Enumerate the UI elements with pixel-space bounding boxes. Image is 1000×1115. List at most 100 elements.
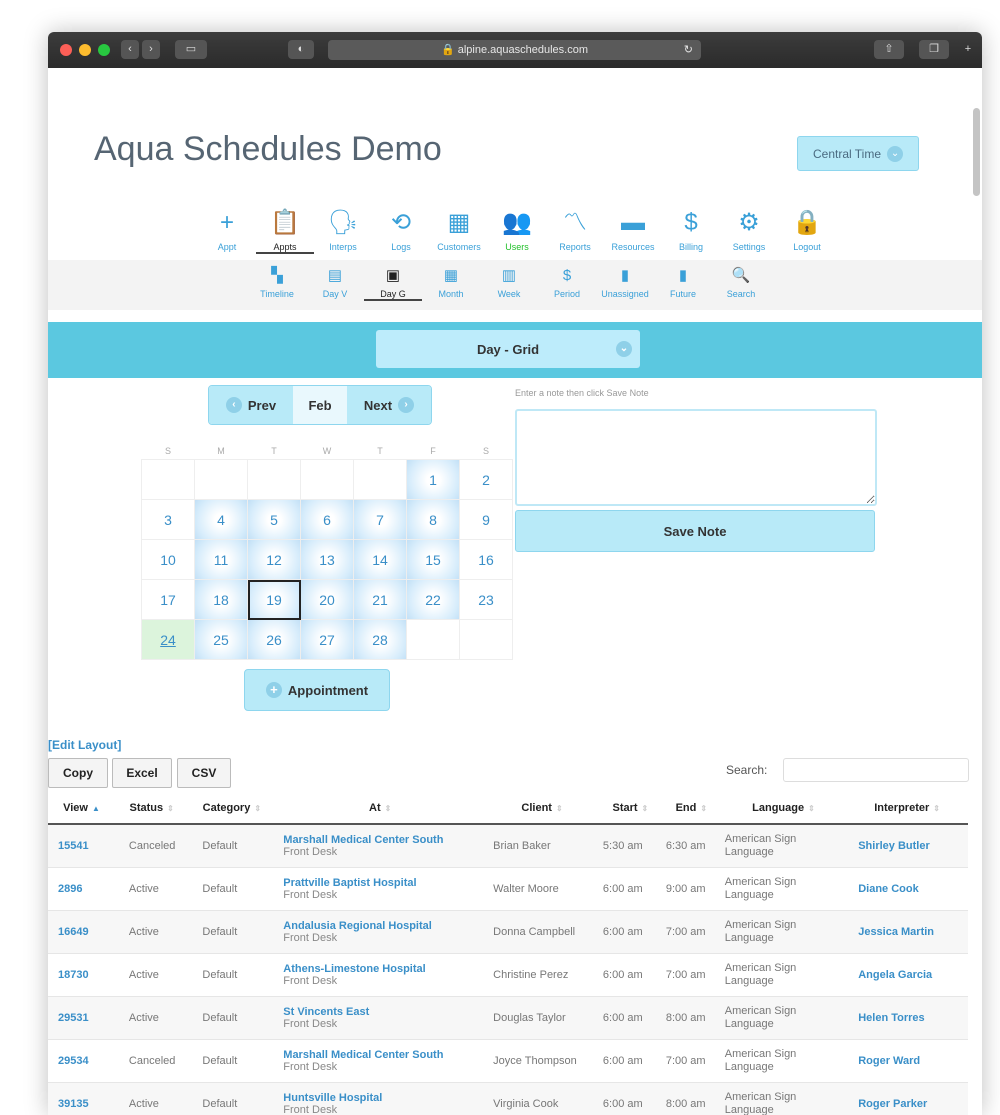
calendar-day[interactable]: 28 bbox=[353, 619, 407, 660]
reload-icon[interactable]: ↻ bbox=[684, 40, 693, 60]
interpreter-link[interactable]: Roger Parker bbox=[858, 1098, 927, 1110]
subnav-item-month[interactable]: ▦ Month bbox=[422, 266, 480, 301]
calendar-day[interactable]: 5 bbox=[247, 499, 301, 540]
table-search-input[interactable] bbox=[783, 758, 969, 782]
view-link[interactable]: 2896 bbox=[58, 883, 82, 895]
calendar-day[interactable]: 25 bbox=[194, 619, 248, 660]
subnav-item-day-v[interactable]: ▤ Day V bbox=[306, 266, 364, 301]
view-link[interactable]: 29534 bbox=[58, 1055, 89, 1067]
calendar-day[interactable]: 6 bbox=[300, 499, 354, 540]
view-link[interactable]: 15541 bbox=[58, 840, 89, 852]
view-link[interactable]: 29531 bbox=[58, 1012, 89, 1024]
location-link[interactable]: Huntsville Hospital bbox=[283, 1092, 382, 1104]
url-bar[interactable]: 🔒 alpine.aquaschedules.com ↻ bbox=[328, 40, 701, 60]
table-row[interactable]: 15541 Canceled Default Marshall Medical Cen… bbox=[48, 824, 968, 868]
calendar-day[interactable]: 14 bbox=[353, 539, 407, 580]
column-header-at[interactable]: At ⇕ bbox=[275, 793, 486, 825]
calendar-day[interactable]: 10 bbox=[141, 539, 195, 580]
subnav-item-search[interactable]: 🔍 Search bbox=[712, 266, 770, 301]
nav-item-customers[interactable]: ▦ Customers bbox=[430, 208, 488, 254]
minimize-window-button[interactable] bbox=[79, 44, 91, 56]
close-window-button[interactable] bbox=[60, 44, 72, 56]
calendar-day[interactable]: 17 bbox=[141, 579, 195, 620]
forward-icon[interactable]: › bbox=[142, 40, 160, 59]
subnav-item-unassigned[interactable]: ▮ Unassigned bbox=[596, 266, 654, 301]
page-scrollbar[interactable] bbox=[973, 108, 980, 196]
edit-layout-link[interactable]: [Edit Layout] bbox=[48, 738, 121, 752]
column-header-start[interactable]: Start ⇕ bbox=[598, 793, 662, 825]
add-appointment-button[interactable]: + Appointment bbox=[244, 669, 390, 711]
column-header-language[interactable]: Language ⇕ bbox=[720, 793, 847, 825]
subnav-item-day-g[interactable]: ▣ Day G bbox=[364, 266, 422, 301]
prev-month-button[interactable]: ‹ Prev bbox=[209, 386, 293, 424]
calendar-day[interactable]: 9 bbox=[459, 499, 513, 540]
subnav-item-future[interactable]: ▮ Future bbox=[654, 266, 712, 301]
location-link[interactable]: Marshall Medical Center South bbox=[283, 1049, 443, 1061]
back-icon[interactable]: ‹ bbox=[121, 40, 139, 59]
calendar-day[interactable]: 20 bbox=[300, 579, 354, 620]
nav-item-appt[interactable]: + Appt bbox=[198, 208, 256, 254]
calendar-day[interactable]: 16 bbox=[459, 539, 513, 580]
calendar-day[interactable]: 21 bbox=[353, 579, 407, 620]
calendar-day[interactable]: 4 bbox=[194, 499, 248, 540]
calendar-day[interactable]: 23 bbox=[459, 579, 513, 620]
nav-item-reports[interactable]: 〽 Reports bbox=[546, 208, 604, 254]
column-header-end[interactable]: End ⇕ bbox=[661, 793, 721, 825]
excel-button[interactable]: Excel bbox=[112, 758, 172, 788]
table-row[interactable]: 2896 Active Default Prattville Baptist Hosp… bbox=[48, 867, 968, 911]
save-note-button[interactable]: Save Note bbox=[515, 510, 875, 552]
table-row[interactable]: 29534 Canceled Default Marshall Medical Cen… bbox=[48, 1039, 968, 1083]
nav-item-appts[interactable]: 📋 Appts bbox=[256, 208, 314, 254]
view-link[interactable]: 39135 bbox=[58, 1098, 89, 1110]
table-row[interactable]: 18730 Active Default Athens-Limestone Hospi… bbox=[48, 953, 968, 997]
table-row[interactable]: 39135 Active Default Huntsville Hospital Fro… bbox=[48, 1082, 968, 1115]
interpreter-link[interactable]: Jessica Martin bbox=[858, 926, 934, 938]
nav-item-logout[interactable]: 🔒 Logout bbox=[778, 208, 836, 254]
calendar-day[interactable]: 3 bbox=[141, 499, 195, 540]
nav-item-billing[interactable]: $ Billing bbox=[662, 208, 720, 254]
view-link[interactable]: 16649 bbox=[58, 926, 89, 938]
column-header-view[interactable]: View ▲ bbox=[48, 793, 115, 825]
calendar-day[interactable]: 26 bbox=[247, 619, 301, 660]
calendar-day[interactable]: 24 bbox=[141, 619, 195, 660]
location-link[interactable]: St Vincents East bbox=[283, 1006, 369, 1018]
subnav-item-week[interactable]: ▥ Week bbox=[480, 266, 538, 301]
location-link[interactable]: Athens-Limestone Hospital bbox=[283, 963, 425, 975]
calendar-day[interactable]: 22 bbox=[406, 579, 460, 620]
interpreter-link[interactable]: Angela Garcia bbox=[858, 969, 932, 981]
calendar-day[interactable]: 18 bbox=[194, 579, 248, 620]
calendar-day[interactable]: 8 bbox=[406, 499, 460, 540]
view-select[interactable]: Day - Grid ⌄ bbox=[376, 330, 640, 368]
sidebar-icon[interactable]: ▭ bbox=[175, 40, 207, 59]
calendar-day[interactable]: 19 bbox=[247, 579, 301, 620]
nav-item-settings[interactable]: ⚙ Settings bbox=[720, 208, 778, 254]
zoom-window-button[interactable] bbox=[98, 44, 110, 56]
column-header-interpreter[interactable]: Interpreter ⇕ bbox=[846, 793, 968, 825]
calendar-day[interactable]: 13 bbox=[300, 539, 354, 580]
interpreter-link[interactable]: Roger Ward bbox=[858, 1055, 920, 1067]
interpreter-link[interactable]: Shirley Butler bbox=[858, 840, 930, 852]
location-link[interactable]: Prattville Baptist Hospital bbox=[283, 877, 416, 889]
calendar-day[interactable]: 7 bbox=[353, 499, 407, 540]
column-header-client[interactable]: Client ⇕ bbox=[485, 793, 599, 825]
new-tab-icon[interactable]: + bbox=[958, 40, 978, 59]
copy-button[interactable]: Copy bbox=[48, 758, 108, 788]
calendar-day[interactable]: 1 bbox=[406, 459, 460, 500]
calendar-day[interactable]: 11 bbox=[194, 539, 248, 580]
calendar-day[interactable]: 15 bbox=[406, 539, 460, 580]
nav-item-logs[interactable]: ⟲ Logs bbox=[372, 208, 430, 254]
calendar-day[interactable]: 27 bbox=[300, 619, 354, 660]
next-month-button[interactable]: Next › bbox=[347, 386, 431, 424]
table-row[interactable]: 29531 Active Default St Vincents East Front … bbox=[48, 996, 968, 1040]
location-link[interactable]: Marshall Medical Center South bbox=[283, 834, 443, 846]
calendar-day[interactable]: 2 bbox=[459, 459, 513, 500]
note-textarea[interactable] bbox=[515, 409, 877, 506]
location-link[interactable]: Andalusia Regional Hospital bbox=[283, 920, 432, 932]
tabs-icon[interactable]: ❐ bbox=[919, 40, 949, 59]
table-row[interactable]: 16649 Active Default Andalusia Regional Hos… bbox=[48, 910, 968, 954]
nav-item-interps[interactable]: 🗣 Interps bbox=[314, 208, 372, 254]
csv-button[interactable]: CSV bbox=[177, 758, 231, 788]
nav-item-resources[interactable]: ▬ Resources bbox=[604, 208, 662, 254]
interpreter-link[interactable]: Helen Torres bbox=[858, 1012, 924, 1024]
share-icon[interactable]: ⇧ bbox=[874, 40, 904, 59]
